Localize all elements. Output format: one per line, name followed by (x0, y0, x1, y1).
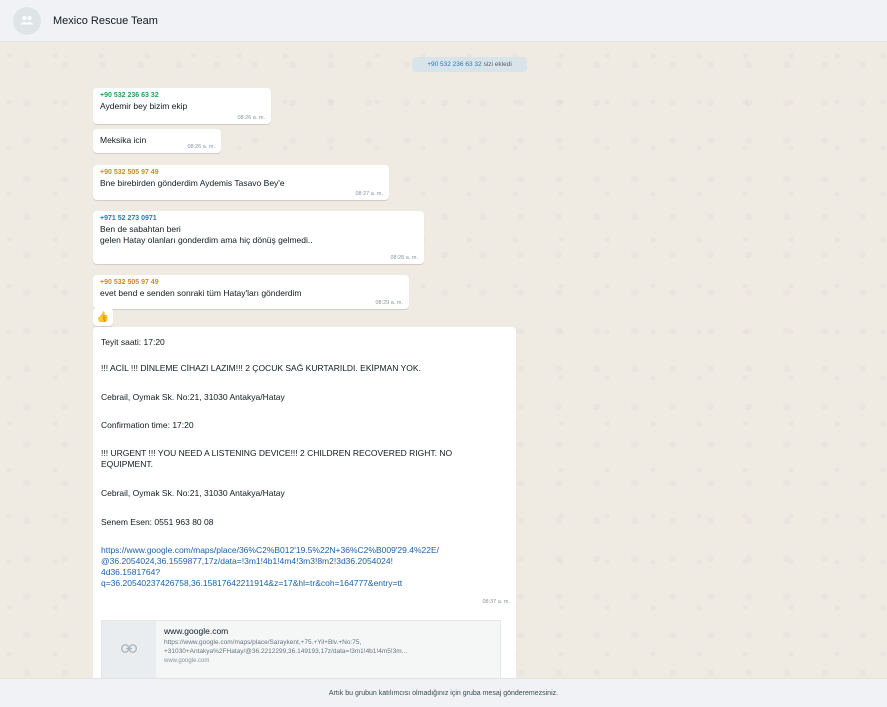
message-time: 08:26 a. m. (187, 144, 215, 150)
link-icon (121, 644, 137, 655)
message-text-line: EQUIPMENT. (101, 459, 153, 469)
map-link[interactable]: https://www.google.com/maps/place/36%C2%… (101, 545, 439, 555)
system-message: +90 532 236 63 32 sizi ekledi (412, 57, 527, 72)
link-preview[interactable]: www.google.com https://www.google.com/ma… (101, 620, 501, 678)
message-text: evet bend e senden sonraki tüm Hatay'lar… (100, 288, 302, 298)
long-message-bubble[interactable]: Teyit saati: 17:20 !!! ACİL !!! DİNLEME … (93, 327, 516, 678)
message-text-line: !!! URGENT !!! YOU NEED A LISTENING DEVI… (101, 448, 453, 458)
message-bubble[interactable]: +90 532 505 97 49 evet bend e senden son… (93, 275, 409, 309)
link-preview-body[interactable]: www.google.com https://www.google.com/ma… (156, 621, 500, 678)
link-preview-description-line: +31030+Antakya%2FHatay/@36.2212299,36.14… (164, 648, 408, 655)
message-text-line: Teyit saati: 17:20 (101, 337, 165, 347)
group-avatar[interactable] (13, 6, 41, 35)
message-sender[interactable]: +90 532 505 97 49 (100, 169, 382, 176)
message-sender[interactable]: +90 532 236 63 32 (100, 92, 264, 99)
map-link[interactable]: 4d36.1581764? (101, 567, 160, 577)
message-sender[interactable]: +90 532 505 97 49 (100, 279, 402, 286)
message-bubble[interactable]: +90 532 236 63 32 Aydemir bey bizim ekip… (93, 88, 271, 124)
link-preview-description: https://www.google.com/maps/place/Sarayk… (164, 638, 494, 656)
link-preview-domain: www.google.com (164, 658, 210, 664)
link-preview-description-line: https://www.google.com/maps/place/Sarayk… (164, 639, 362, 646)
reaction-bubble[interactable]: 👍 (93, 308, 113, 326)
footer-text: Artık bu grubun katılımcısı olmadığınız … (328, 689, 559, 697)
message-bubble[interactable]: Meksika icin 08:26 a. m. (93, 129, 221, 153)
message-time: 08:26 a. m. (237, 115, 265, 121)
map-link[interactable]: q=36.20540237426758,36.15817642211914&z=… (101, 578, 402, 588)
message-time: 08:29 a. m. (375, 300, 403, 306)
footer-notice: Artık bu grubun katılımcısı olmadığınız … (0, 678, 887, 707)
group-icon (20, 12, 34, 30)
message-text: Bne birebirden gönderdim Aydemis Tasavo … (100, 178, 285, 188)
message-sender[interactable]: +971 52 273 0971 (100, 215, 417, 222)
chat-title[interactable]: Mexico Rescue Team (53, 15, 158, 27)
chat-header: Mexico Rescue Team (0, 0, 887, 42)
message-text-line: Confirmation time: 17:20 (101, 420, 194, 430)
message-text-line: Cebrail, Oymak Sk. No:21, 31030 Antakya/… (101, 488, 285, 498)
map-link[interactable]: @36.2054024,36.1559877,17z/data=!3m1!4b1… (101, 556, 393, 566)
message-text: Aydemir bey bizim ekip (100, 101, 188, 111)
link-preview-title[interactable]: www.google.com (164, 626, 494, 636)
system-message-phone: +90 532 236 63 32 (427, 61, 482, 68)
link-preview-thumbnail (102, 621, 156, 678)
message-text-line: Senem Esen: 0551 963 80 08 (101, 517, 214, 527)
message-text-line: Ben de sabahtan beri (100, 224, 181, 234)
message-bubble[interactable]: +971 52 273 0971 Ben de sabahtan beri ge… (93, 211, 424, 264)
message-text-line: gelen Hatay olanları gonderdim ama hiç d… (100, 235, 313, 245)
thumbs-up-icon: 👍 (96, 311, 110, 323)
system-message-text: sizi ekledi (483, 61, 512, 68)
message-time: 08:28 a. m. (390, 255, 418, 261)
message-time: 08:37 a. m. (482, 599, 510, 605)
message-time: 08:27 a. m. (355, 191, 383, 197)
message-bubble[interactable]: +90 532 505 97 49 Bne birebirden gönderd… (93, 165, 389, 200)
message-text-line: !!! ACİL !!! DİNLEME CİHAZI LAZIM!!! 2 Ç… (101, 363, 421, 373)
message-text-line: Cebrail, Oymak Sk. No:21, 31030 Antakya/… (101, 392, 285, 402)
message-list[interactable]: +90 532 236 63 32 sizi ekledi +90 532 23… (0, 42, 887, 678)
